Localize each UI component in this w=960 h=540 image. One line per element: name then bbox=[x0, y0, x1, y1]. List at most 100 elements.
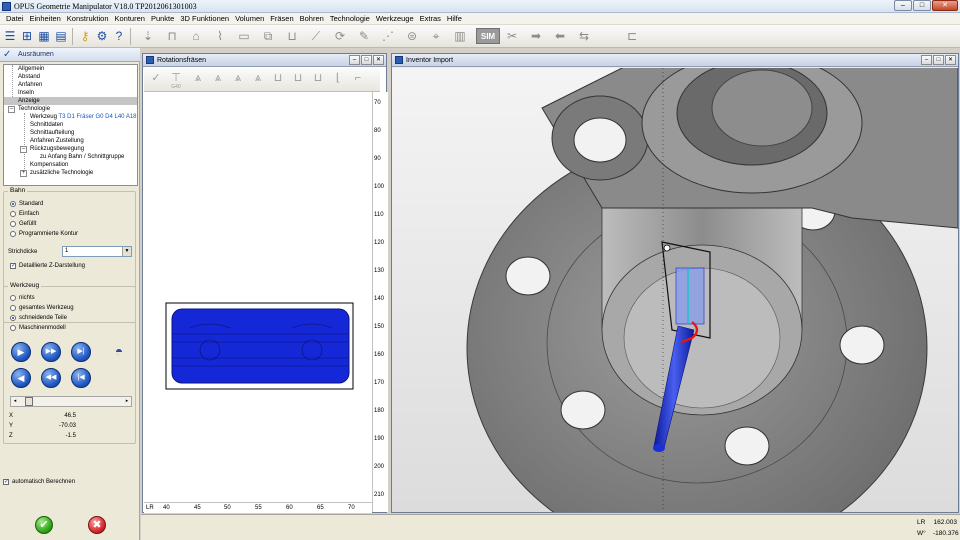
menu-werkzeuge[interactable]: Werkzeuge bbox=[373, 13, 417, 24]
tree-item-inseln[interactable]: Inseln bbox=[18, 89, 34, 97]
groove-c-icon[interactable]: ⊔ bbox=[310, 71, 326, 89]
thread-icon[interactable]: ⧉ bbox=[260, 28, 276, 44]
tree-item-werkzeug[interactable]: Werkzeug T3 D1 Fräser G0 D4 L40 A18 bbox=[30, 113, 137, 121]
menu-3d-funktionen[interactable]: 3D Funktionen bbox=[177, 13, 232, 24]
transfer-icon[interactable]: ⇆ bbox=[576, 28, 592, 44]
werkzeug-option-maschine[interactable]: Maschinenmodell bbox=[10, 324, 66, 332]
groove-b-icon[interactable]: ⊔ bbox=[290, 71, 306, 89]
ok-button[interactable]: ✔ bbox=[35, 516, 53, 534]
turn-icon[interactable]: ⊜ bbox=[404, 28, 420, 44]
g40-icon[interactable]: ⊤ G40 bbox=[168, 71, 184, 90]
sim-button[interactable]: SIM bbox=[476, 28, 500, 44]
chamfer-icon[interactable]: ⟋ bbox=[308, 28, 324, 44]
to-end-button[interactable]: ▶| bbox=[71, 342, 91, 362]
probe-icon[interactable]: ⌖ bbox=[428, 28, 444, 44]
simulation-slider[interactable]: ◂ ▸ bbox=[10, 396, 132, 407]
maximize-button[interactable]: □ bbox=[913, 0, 931, 11]
profile-d-icon[interactable]: ⩓ bbox=[250, 71, 266, 89]
mill-icon[interactable]: ⊓ bbox=[164, 28, 180, 44]
menu-punkte[interactable]: Punkte bbox=[148, 13, 177, 24]
contour-icon[interactable]: ⌇ bbox=[212, 28, 228, 44]
tree-item-rueckzugsbewegung[interactable]: Rückzugsbewegung bbox=[30, 145, 84, 153]
menu-konturen[interactable]: Konturen bbox=[112, 13, 148, 24]
profile-a-icon[interactable]: ⩓ bbox=[190, 71, 206, 89]
tree-item-anzeige[interactable]: Anzeige bbox=[4, 97, 137, 105]
menu-hilfe[interactable]: Hilfe bbox=[444, 13, 465, 24]
check-icon[interactable]: ✓ bbox=[148, 71, 164, 89]
tree-item-anfahren[interactable]: Anfahren bbox=[18, 81, 42, 89]
close-button[interactable]: ✕ bbox=[932, 0, 958, 11]
reverse-button[interactable]: ◀ bbox=[11, 368, 31, 388]
chevron-down-icon[interactable]: ▼ bbox=[122, 247, 131, 256]
werkzeug-option-nichts[interactable]: nichts bbox=[10, 294, 35, 302]
fast-reverse-button[interactable]: ◀◀ bbox=[41, 368, 61, 388]
maximize-button[interactable]: □ bbox=[933, 55, 944, 65]
pocket-icon[interactable]: ⌂ bbox=[188, 28, 204, 44]
menu-einheiten[interactable]: Einheiten bbox=[27, 13, 64, 24]
tree-item-allgemein[interactable]: Allgemein bbox=[18, 65, 44, 73]
drill-icon[interactable]: ⇣ bbox=[140, 28, 156, 44]
bahn-option-standard[interactable]: Standard bbox=[10, 200, 43, 208]
key-icon[interactable]: ⚷ bbox=[77, 28, 93, 44]
profile-c-icon[interactable]: ⩓ bbox=[230, 71, 246, 89]
layers-icon[interactable]: ▤ bbox=[53, 28, 69, 44]
tree-item-anfahren-zustellung[interactable]: Anfahren Zustellung bbox=[30, 137, 84, 145]
play-button[interactable]: ▶ bbox=[11, 342, 31, 362]
menu-extras[interactable]: Extras bbox=[417, 13, 444, 24]
bahn-option-einfach[interactable]: Einfach bbox=[10, 210, 39, 218]
menu-konstruktion[interactable]: Konstruktion bbox=[64, 13, 112, 24]
auto-calc-checkbox[interactable]: ✓ automatisch Berechnen bbox=[3, 478, 75, 486]
close-button[interactable]: ✕ bbox=[945, 55, 956, 65]
scissors-icon[interactable]: ✂ bbox=[504, 28, 520, 44]
maximize-button[interactable]: □ bbox=[361, 55, 372, 65]
cube-icon[interactable]: ▦ bbox=[36, 28, 52, 44]
help-icon[interactable]: ? bbox=[111, 28, 127, 44]
bahn-option-gefuellt[interactable]: Gefüllt bbox=[10, 220, 36, 228]
cancel-button[interactable]: ✖ bbox=[88, 516, 106, 534]
strichdicke-select[interactable]: 1 ▼ bbox=[62, 246, 132, 257]
3d-viewport[interactable] bbox=[392, 68, 958, 512]
face-icon[interactable]: ▭ bbox=[236, 28, 252, 44]
engrave-icon[interactable]: ✎ bbox=[356, 28, 372, 44]
corner-icon[interactable]: ⌊ bbox=[330, 71, 346, 89]
minimize-button[interactable]: – bbox=[921, 55, 932, 65]
menu-fraesen[interactable]: Fräsen bbox=[267, 13, 296, 24]
rotation-preview[interactable] bbox=[144, 92, 370, 502]
back-icon[interactable]: ⬅ bbox=[552, 28, 568, 44]
tree-item-schnittaufteilung[interactable]: Schnittaufteilung bbox=[30, 129, 74, 137]
menu-bohren[interactable]: Bohren bbox=[297, 13, 327, 24]
tree-item-technologie[interactable]: Technologie bbox=[18, 105, 50, 113]
tree-item-schnittdaten[interactable]: Schnittdaten bbox=[30, 121, 63, 129]
slot-icon[interactable]: ⊔ bbox=[284, 28, 300, 44]
menu-technologie[interactable]: Technologie bbox=[327, 13, 373, 24]
minimize-button[interactable]: – bbox=[349, 55, 360, 65]
tree-item-kompensation[interactable]: Kompensation bbox=[30, 161, 68, 169]
minimize-button[interactable]: – bbox=[894, 0, 912, 11]
list-icon[interactable]: ☰ bbox=[2, 28, 18, 44]
menu-datei[interactable]: Datei bbox=[3, 13, 27, 24]
export-icon[interactable]: ⊏ bbox=[624, 28, 640, 44]
expand-icon[interactable]: + bbox=[20, 170, 27, 177]
menu-volumen[interactable]: Volumen bbox=[232, 13, 267, 24]
tree-item-abstand[interactable]: Abstand bbox=[18, 73, 40, 81]
forward-icon[interactable]: ➡ bbox=[528, 28, 544, 44]
rotate-icon[interactable]: ⟳ bbox=[332, 28, 348, 44]
tree-item-zu-anfang[interactable]: zu Anfang Bahn / Schnittgruppe bbox=[40, 153, 124, 161]
chevron-right-icon[interactable]: ▸ bbox=[123, 397, 131, 406]
werkzeug-option-schneidend[interactable]: schneidende Teile bbox=[10, 314, 67, 322]
close-button[interactable]: ✕ bbox=[373, 55, 384, 65]
step-icon[interactable]: ⌐ bbox=[350, 71, 366, 89]
tree-item-zusaetzliche[interactable]: zusätzliche Technologie bbox=[30, 169, 93, 177]
profile-b-icon[interactable]: ⩓ bbox=[210, 71, 226, 89]
3d-path-icon[interactable]: ⋰ bbox=[380, 28, 396, 44]
tree-icon[interactable]: ⊞ bbox=[19, 28, 35, 44]
bahn-option-kontur[interactable]: Programmierte Kontur bbox=[10, 230, 78, 238]
collapse-icon[interactable]: – bbox=[8, 106, 15, 113]
fast-forward-button[interactable]: ▶▶ bbox=[41, 342, 61, 362]
eraser-icon[interactable]: ◓ bbox=[108, 343, 130, 361]
detail-z-checkbox[interactable]: ✓ Detaillierte Z-Darstellung bbox=[10, 262, 85, 270]
werkzeug-option-gesamt[interactable]: gesamtes Werkzeug bbox=[10, 304, 74, 312]
slider-thumb[interactable] bbox=[25, 397, 33, 406]
nc-icon[interactable]: ▥ bbox=[452, 28, 468, 44]
wrench-icon[interactable]: ⚙ bbox=[94, 28, 110, 44]
